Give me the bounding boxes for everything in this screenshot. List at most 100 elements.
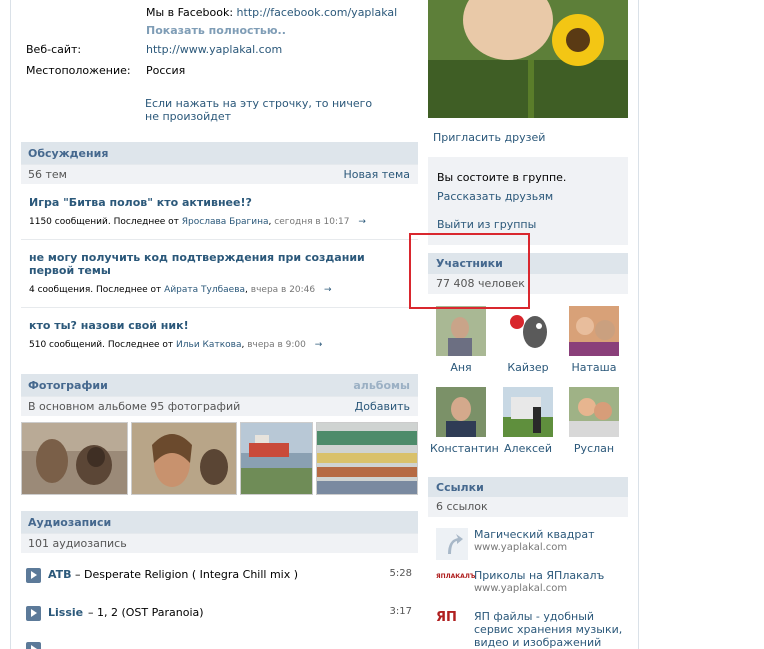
arrow-icon[interactable]: → bbox=[324, 285, 332, 295]
photo-thumbnail[interactable] bbox=[316, 422, 418, 495]
photos-header[interactable]: Фотографии альбомы bbox=[21, 374, 418, 396]
audio-duration: 3:17 bbox=[389, 606, 412, 617]
link-title[interactable]: Магический квадрат bbox=[474, 528, 624, 541]
albums-link[interactable]: альбомы bbox=[353, 379, 410, 392]
topic-meta-text: 4 сообщения. Последнее от bbox=[29, 285, 162, 295]
audio-track: ATB – Desperate Religion ( Integra Chill… bbox=[26, 567, 412, 585]
topic-author-link[interactable]: Ярослава Брагина bbox=[182, 217, 269, 227]
audio-header[interactable]: Аудиозаписи bbox=[21, 511, 418, 533]
page-border-left bbox=[10, 0, 11, 649]
arrow-icon[interactable]: → bbox=[358, 217, 366, 227]
discussions-subheader: 56 тем Новая тема bbox=[21, 164, 418, 184]
member-item[interactable]: Алексей bbox=[497, 387, 559, 455]
member-name[interactable]: Алексей bbox=[497, 442, 559, 455]
photos-subheader: В основном альбоме 95 фотографий Добавит… bbox=[21, 396, 418, 416]
link-title[interactable]: ЯП файлы - удобный сервис хранения музык… bbox=[474, 610, 624, 649]
topic-meta: 1150 сообщений. Последнее от Ярослава Бр… bbox=[29, 217, 366, 227]
audio-title: Аудиозаписи bbox=[28, 516, 112, 529]
topic-separator bbox=[21, 239, 418, 240]
audio-track-partial bbox=[26, 641, 412, 649]
audio-artist[interactable]: Lissie bbox=[48, 606, 83, 619]
member-name[interactable]: Аня bbox=[430, 361, 492, 374]
audio-artist[interactable]: ATB bbox=[48, 568, 72, 581]
website-link[interactable]: http://www.yaplakal.com bbox=[146, 43, 282, 56]
topic-time: сегодня в 10:17 bbox=[274, 217, 350, 227]
topic-meta-text: 1150 сообщений. Последнее от bbox=[29, 217, 179, 227]
member-item[interactable]: Наташа bbox=[563, 306, 625, 374]
play-icon[interactable] bbox=[26, 568, 41, 583]
discussions-header[interactable]: Обсуждения bbox=[21, 142, 418, 164]
audio-track: Lissie – 1, 2 (OST Paranoia) 3:17 bbox=[26, 605, 412, 623]
photos-count: В основном альбоме 95 фотографий bbox=[28, 400, 241, 413]
logo-text: ЯПЛАКАЛЪ bbox=[436, 573, 476, 580]
member-name[interactable]: Кайзер bbox=[497, 361, 559, 374]
topic-author-link[interactable]: Айрата Тулбаева bbox=[164, 285, 245, 295]
member-item[interactable]: Руслан bbox=[563, 387, 625, 455]
links-subheader: 6 ссылок bbox=[428, 497, 628, 517]
member-name[interactable]: Наташа bbox=[563, 361, 625, 374]
audio-track-title: – Desperate Religion ( Integra Chill mix… bbox=[75, 568, 299, 581]
website-label: Веб-сайт: bbox=[26, 43, 82, 56]
discussions-count: 56 тем bbox=[28, 168, 67, 181]
topic-title[interactable]: кто ты? назови свой ник! bbox=[29, 319, 409, 332]
member-item[interactable]: Кайзер bbox=[497, 306, 559, 374]
yaplakal-logo-icon[interactable]: ЯПЛАКАЛЪ bbox=[436, 569, 475, 601]
yap-files-icon[interactable]: ЯП bbox=[436, 610, 468, 642]
topic-item: кто ты? назови свой ник! 510 сообщений. … bbox=[29, 319, 409, 350]
photo-thumbnail[interactable] bbox=[131, 422, 237, 495]
audio-track-title: – 1, 2 (OST Paranoia) bbox=[88, 606, 204, 619]
member-avatar[interactable] bbox=[436, 306, 486, 356]
topic-author-link[interactable]: Ильи Каткова bbox=[176, 340, 241, 350]
member-avatar[interactable] bbox=[503, 306, 553, 356]
links-header[interactable]: Ссылки bbox=[428, 477, 628, 498]
topic-separator bbox=[21, 307, 418, 308]
topic-title[interactable]: не могу получить код подтверждения при с… bbox=[29, 251, 409, 277]
location-value: Россия bbox=[146, 64, 186, 77]
new-topic-link[interactable]: Новая тема bbox=[343, 168, 410, 181]
link-url: www.yaplakal.com bbox=[474, 542, 568, 553]
member-item[interactable]: Константин bbox=[430, 387, 499, 455]
member-avatar[interactable] bbox=[569, 387, 619, 437]
tell-friends-link[interactable]: Рассказать друзьям bbox=[437, 190, 553, 203]
show-more-link[interactable]: Показать полностью.. bbox=[146, 24, 286, 37]
topic-meta: 4 сообщения. Последнее от Айрата Тулбаев… bbox=[29, 285, 332, 295]
topic-time: вчера в 9:00 bbox=[247, 340, 306, 350]
member-status-text: Вы состоите в группе. bbox=[437, 171, 567, 184]
link-arrow-icon[interactable] bbox=[436, 528, 468, 560]
member-avatar[interactable] bbox=[503, 387, 553, 437]
topic-item: не могу получить код подтверждения при с… bbox=[29, 251, 409, 295]
links-count: 6 ссылок bbox=[436, 500, 488, 513]
location-label: Местоположение: bbox=[26, 64, 131, 77]
member-avatar[interactable] bbox=[436, 387, 486, 437]
leave-group-link[interactable]: Выйти из группы bbox=[437, 218, 536, 231]
photos-title: Фотографии bbox=[28, 379, 108, 392]
member-name[interactable]: Константин bbox=[430, 442, 499, 455]
link-title[interactable]: Приколы на ЯПлакалъ bbox=[474, 569, 624, 582]
invite-friends-link[interactable]: Пригласить друзей bbox=[433, 131, 545, 144]
photo-thumbnail[interactable] bbox=[21, 422, 128, 495]
links-title: Ссылки bbox=[436, 481, 484, 494]
topic-time: вчера в 20:46 bbox=[250, 285, 316, 295]
highlight-box bbox=[409, 233, 530, 309]
member-name[interactable]: Руслан bbox=[563, 442, 625, 455]
page-border-right bbox=[638, 0, 639, 649]
audio-duration: 5:28 bbox=[389, 568, 412, 579]
arrow-icon[interactable]: → bbox=[315, 340, 323, 350]
facebook-label: Мы в Facebook: bbox=[146, 6, 234, 19]
link-url: www.yaplakal.com bbox=[474, 583, 568, 594]
topic-meta: 510 сообщений. Последнее от Ильи Каткова… bbox=[29, 340, 323, 350]
play-icon[interactable] bbox=[26, 606, 41, 621]
member-avatar[interactable] bbox=[569, 306, 619, 356]
notice-link[interactable]: Если нажать на эту строчку, то ничего не… bbox=[145, 97, 375, 123]
topic-item: Игра "Битва полов" кто активнее!? 1150 с… bbox=[29, 196, 409, 227]
logo-text: ЯП bbox=[436, 610, 457, 625]
facebook-link[interactable]: http://facebook.com/yaplakal bbox=[237, 6, 398, 19]
add-photo-link[interactable]: Добавить bbox=[355, 400, 410, 413]
discussions-title: Обсуждения bbox=[28, 147, 109, 160]
member-item[interactable]: Аня bbox=[430, 306, 492, 374]
group-avatar[interactable] bbox=[428, 0, 628, 118]
facebook-row: Мы в Facebook: http://facebook.com/yapla… bbox=[146, 6, 397, 19]
photo-thumbnail[interactable] bbox=[240, 422, 313, 495]
topic-title[interactable]: Игра "Битва полов" кто активнее!? bbox=[29, 196, 409, 209]
play-icon[interactable] bbox=[26, 642, 41, 649]
